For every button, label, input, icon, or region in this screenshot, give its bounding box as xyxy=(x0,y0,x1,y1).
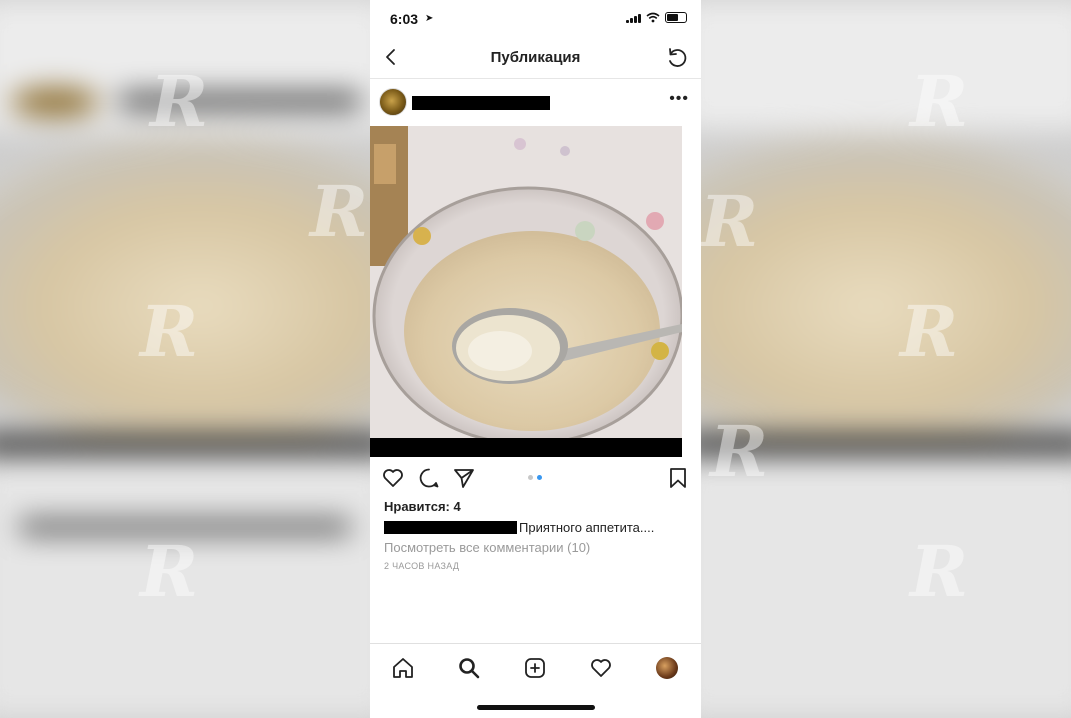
post-header: ••• xyxy=(370,80,701,124)
activity-heart-icon[interactable] xyxy=(589,656,613,680)
redacted-image-strip xyxy=(370,438,682,457)
status-bar: 6:03 ➤ xyxy=(370,0,701,38)
backdrop-right xyxy=(591,0,1071,718)
caption-text: Приятного аппетита.... xyxy=(519,520,655,535)
view-comments-link[interactable]: Посмотреть все комментарии (10) xyxy=(384,540,590,555)
soup-bowl-photo xyxy=(370,126,682,438)
post-photo[interactable] xyxy=(370,126,682,438)
likes-count[interactable]: Нравится: 4 xyxy=(384,499,461,514)
carousel-dot-active xyxy=(537,475,542,480)
post-timestamp: 2 ЧАСОВ НАЗАД xyxy=(384,561,460,571)
page-title: Публикация xyxy=(490,49,581,66)
heart-icon[interactable] xyxy=(381,466,405,490)
location-arrow-icon: ➤ xyxy=(425,13,434,24)
status-time: 6:03 xyxy=(390,11,419,27)
avatar[interactable] xyxy=(379,88,407,116)
comment-icon[interactable] xyxy=(417,466,441,490)
profile-avatar[interactable] xyxy=(656,657,678,679)
send-icon[interactable] xyxy=(452,466,476,490)
post-caption: Приятного аппетита.... xyxy=(384,520,654,535)
bottom-tab-bar xyxy=(370,643,701,692)
battery-icon xyxy=(665,12,687,23)
bookmark-icon[interactable] xyxy=(666,466,690,490)
cellular-signal-icon xyxy=(626,13,641,23)
carousel-indicator xyxy=(528,475,542,480)
navigation-bar: Публикация xyxy=(370,38,701,79)
home-icon[interactable] xyxy=(391,656,415,680)
carousel-dot xyxy=(528,475,533,480)
redacted-caption-username[interactable] xyxy=(384,521,517,534)
post-actions xyxy=(370,462,701,494)
phone-screen: 6:03 ➤ Публикация ••• Нравится: 4 Приятн… xyxy=(370,0,701,718)
wifi-icon xyxy=(646,12,660,23)
home-indicator[interactable] xyxy=(477,705,595,710)
search-icon[interactable] xyxy=(457,656,481,680)
redacted-username[interactable] xyxy=(412,96,550,110)
add-post-icon[interactable] xyxy=(523,656,547,680)
more-horizontal-icon[interactable]: ••• xyxy=(669,90,689,108)
backdrop-left xyxy=(0,0,480,718)
refresh-icon[interactable] xyxy=(665,46,689,70)
